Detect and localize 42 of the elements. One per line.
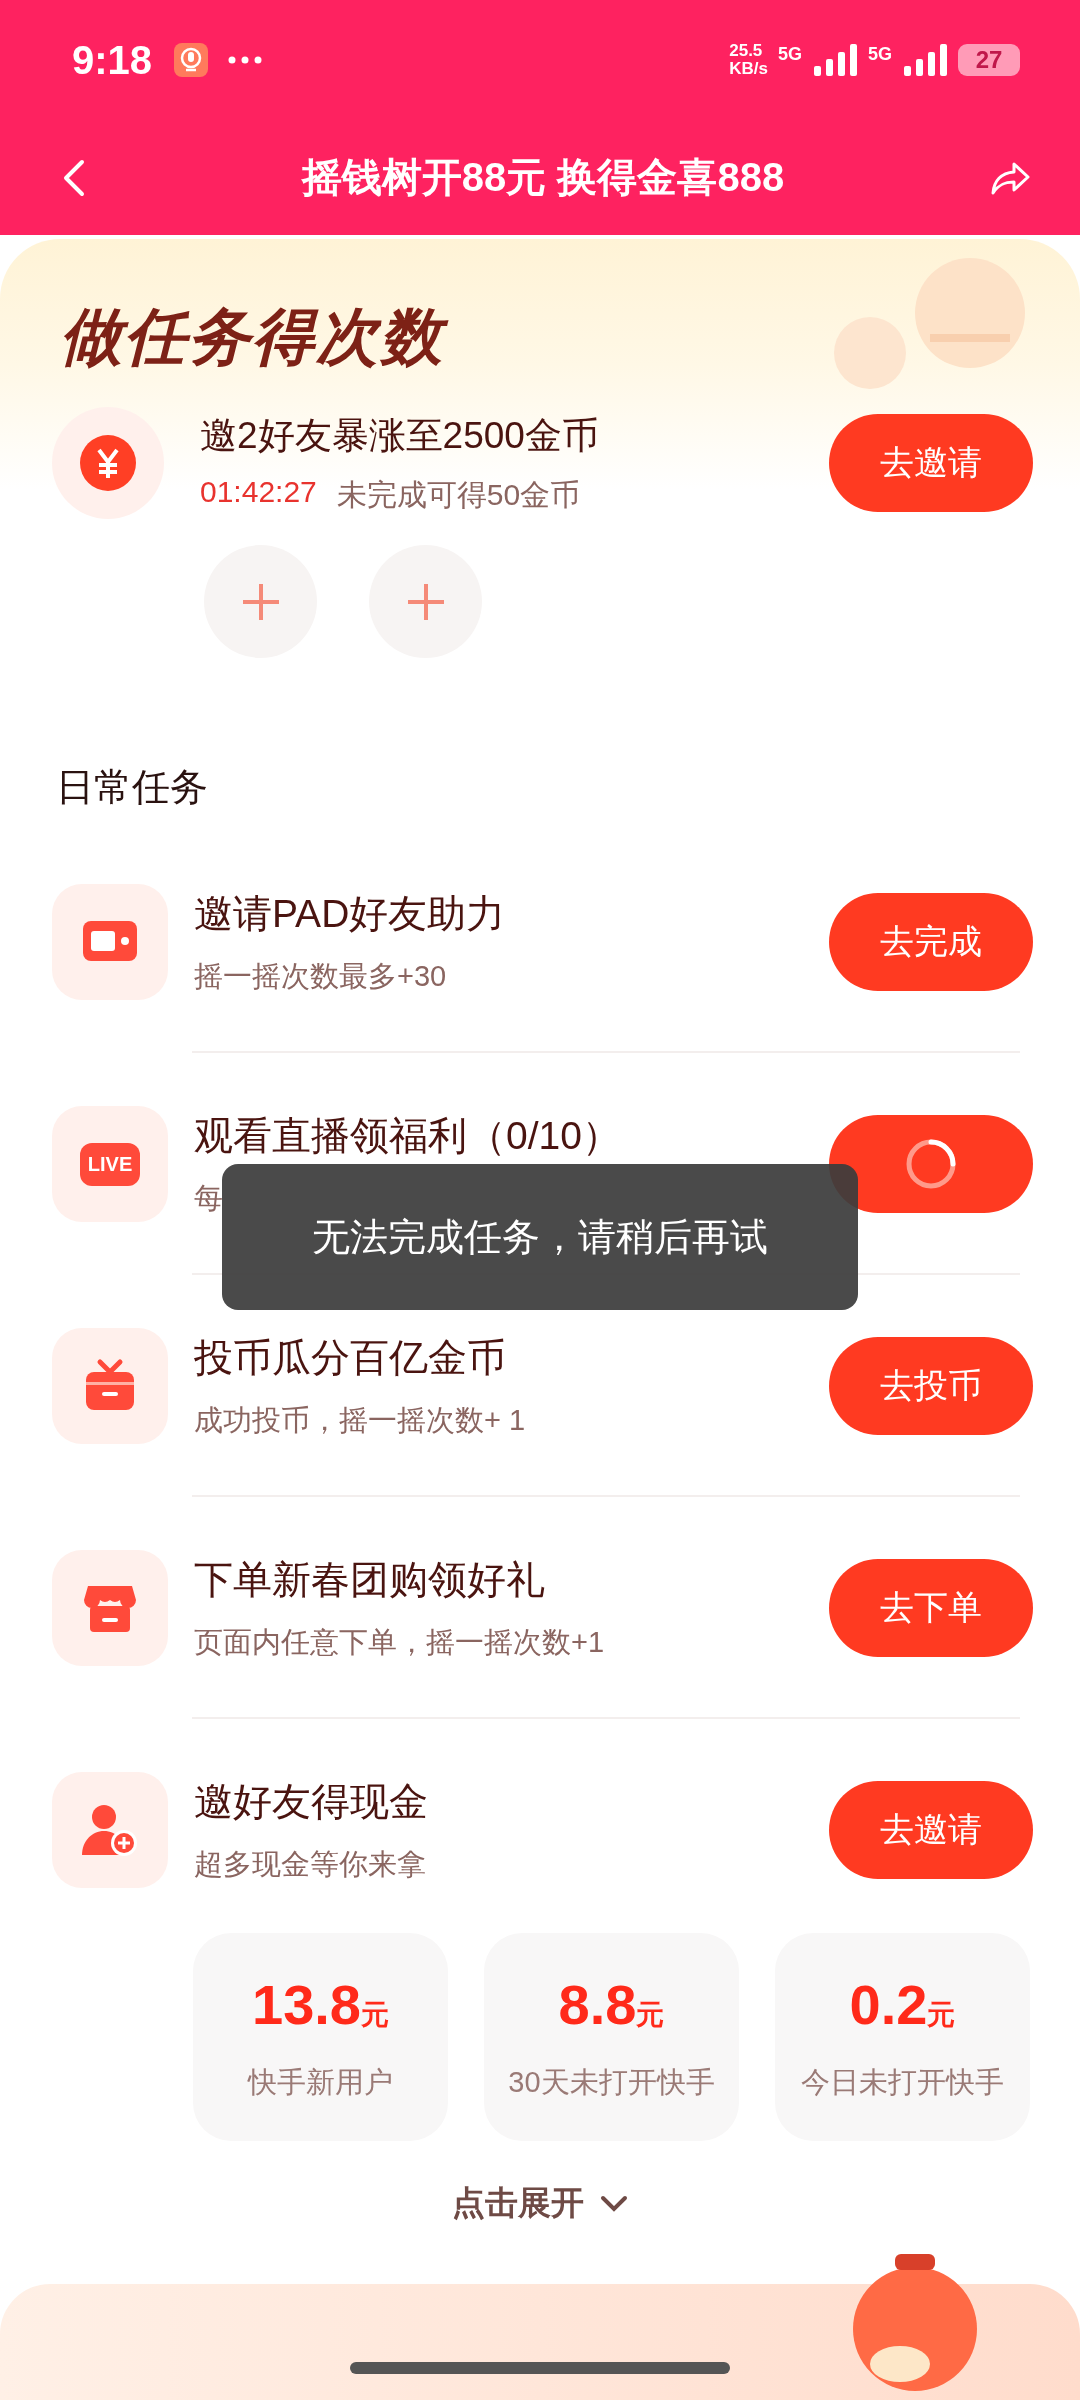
task-subtitle: 成功投币，摇一摇次数+ 1	[194, 1403, 526, 1438]
reward-label: 快手新用户	[248, 2064, 393, 2100]
expand-link[interactable]: 点击展开	[452, 2181, 584, 2226]
task-title: 观看直播领福利（0/10）	[194, 1113, 621, 1159]
task-subtitle: 页面内任意下单，摇一摇次数+1	[194, 1625, 605, 1660]
task-subtitle: 超多现金等你来拿	[194, 1847, 426, 1882]
live-icon: LIVE	[79, 1142, 141, 1186]
task-subtitle: 摇一摇次数最多+30	[194, 959, 447, 994]
task-button[interactable]: 去下单	[829, 1559, 1033, 1657]
reward-label: 今日未打开快手	[801, 2064, 1004, 2100]
reward-label: 30天未打开快手	[508, 2064, 715, 2100]
chevron-down-icon[interactable]	[600, 2194, 628, 2213]
section-heading: 做任务得次数	[60, 295, 1080, 379]
reward-amount: 13.8元	[252, 1971, 389, 2037]
task-title: 邀请PAD好友助力	[194, 891, 506, 937]
task-title: 投币瓜分百亿金币	[194, 1335, 506, 1381]
task-note: 未完成可得50金币	[336, 476, 581, 513]
network-type: 5G	[868, 44, 892, 66]
countdown-timer: 01:42:27	[200, 474, 317, 510]
task-title: 下单新春团购领好礼	[194, 1557, 545, 1603]
reward-amount: 0.2元	[849, 1971, 956, 2037]
microphone-app-icon	[174, 43, 209, 77]
signal-icon	[812, 44, 858, 76]
invite-button[interactable]: 去邀请	[829, 414, 1033, 512]
toast-message: 无法完成任务，请稍后再试	[222, 1164, 858, 1310]
reward-amount: 8.8元	[558, 1971, 665, 2037]
task-title: 邀2好友暴涨至2500金币	[200, 413, 600, 458]
network-speed: 25.5 KB/s	[729, 42, 768, 78]
network-type: 5G	[777, 44, 802, 66]
plus-icon	[240, 581, 281, 622]
task-button[interactable]: 去邀请	[829, 1781, 1033, 1879]
status-time: 9:18	[72, 37, 153, 83]
page-title: 摇钱树开88元 换得金喜888	[301, 154, 785, 201]
task-button[interactable]: 去投币	[829, 1337, 1033, 1435]
task-subtitle: 每	[194, 1181, 223, 1216]
section-heading: 日常任务	[56, 765, 209, 810]
more-notifications-icon	[228, 56, 263, 64]
battery-indicator: 27	[958, 44, 1020, 76]
signal-icon	[902, 44, 948, 76]
plus-icon	[405, 581, 446, 622]
task-title: 邀好友得现金	[194, 1779, 428, 1825]
task-button[interactable]: 去完成	[829, 893, 1033, 991]
